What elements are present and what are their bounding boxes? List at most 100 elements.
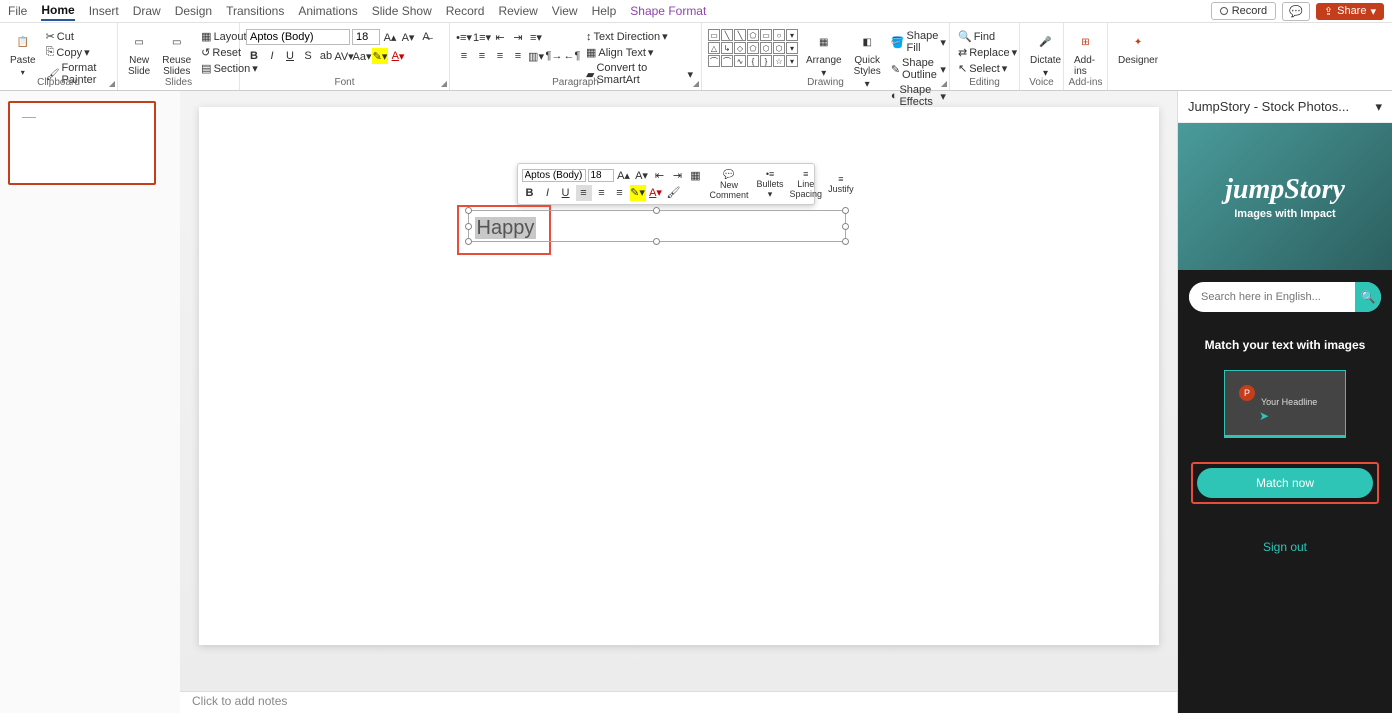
- designer-button[interactable]: ✦Designer: [1114, 29, 1162, 68]
- increase-indent-button[interactable]: ⇥: [510, 29, 526, 45]
- tab-slideshow[interactable]: Slide Show: [372, 2, 432, 20]
- mini-highlight[interactable]: ✎▾: [630, 185, 646, 201]
- shadow-button[interactable]: ab: [318, 48, 334, 64]
- reuse-slides-button[interactable]: ▭Reuse Slides: [158, 29, 195, 79]
- rtl-button[interactable]: ←¶: [564, 48, 580, 64]
- tab-shape-format[interactable]: Shape Format: [630, 2, 706, 20]
- mini-inc-indent[interactable]: ⇥: [670, 168, 686, 184]
- chevron-down-icon[interactable]: ▾: [1375, 99, 1382, 115]
- text-box[interactable]: Happy: [475, 217, 839, 235]
- tab-animations[interactable]: Animations: [298, 2, 357, 20]
- italic-button[interactable]: I: [264, 48, 280, 64]
- tab-file[interactable]: File: [8, 2, 27, 20]
- tab-home[interactable]: Home: [41, 1, 74, 21]
- tab-view[interactable]: View: [552, 2, 578, 20]
- resize-handle-ne[interactable]: [842, 207, 849, 214]
- paste-button[interactable]: 📋 Paste ▾: [6, 29, 40, 79]
- slide-thumbnail-1[interactable]: [8, 101, 156, 185]
- justify-button[interactable]: ≡: [510, 48, 526, 64]
- slide-canvas[interactable]: A▴ A▾ ⇤ ⇥ ▦ B I U ≡ ≡ ≡: [199, 107, 1159, 645]
- mini-justify[interactable]: ≡Justify: [826, 174, 856, 194]
- mini-italic[interactable]: I: [540, 185, 556, 201]
- sign-out-link[interactable]: Sign out: [1263, 540, 1307, 554]
- tab-insert[interactable]: Insert: [89, 2, 119, 20]
- mini-line-spacing[interactable]: ≡Line Spacing: [788, 169, 825, 199]
- mini-font-size[interactable]: [588, 169, 614, 182]
- mini-bullets[interactable]: •≡Bullets▾: [755, 169, 786, 200]
- align-center-button[interactable]: ≡: [474, 48, 490, 64]
- resize-handle-w[interactable]: [465, 223, 472, 230]
- mini-new-comment[interactable]: 💬New Comment: [708, 169, 751, 200]
- notes-pane[interactable]: Click to add notes: [180, 691, 1177, 713]
- dictate-button[interactable]: 🎤Dictate▾: [1026, 29, 1065, 81]
- mini-align-v[interactable]: ▦: [688, 168, 704, 184]
- search-button[interactable]: 🔍: [1355, 282, 1381, 312]
- bold-button[interactable]: B: [246, 48, 262, 64]
- match-now-button[interactable]: Match now: [1197, 468, 1373, 498]
- align-right-button[interactable]: ≡: [492, 48, 508, 64]
- search-input[interactable]: [1189, 291, 1355, 303]
- tab-help[interactable]: Help: [592, 2, 617, 20]
- clipboard-launcher[interactable]: ◢: [109, 79, 115, 88]
- font-color-button[interactable]: A▾: [390, 48, 406, 64]
- record-button[interactable]: Record: [1211, 2, 1276, 20]
- search-icon: 🔍: [1361, 290, 1376, 304]
- tab-record[interactable]: Record: [446, 2, 485, 20]
- select-button[interactable]: ↖Select ▾: [956, 61, 1019, 76]
- decrease-font-icon[interactable]: A▾: [400, 29, 416, 45]
- resize-handle-sw[interactable]: [465, 238, 472, 245]
- tab-draw[interactable]: Draw: [133, 2, 161, 20]
- resize-handle-n[interactable]: [653, 207, 660, 214]
- font-size-select[interactable]: [352, 29, 380, 45]
- mini-font-select[interactable]: [522, 169, 586, 182]
- bullets-button[interactable]: •≡▾: [456, 29, 472, 45]
- align-text-button[interactable]: ▦Align Text ▾: [584, 45, 695, 60]
- resize-handle-s[interactable]: [653, 238, 660, 245]
- resize-handle-nw[interactable]: [465, 207, 472, 214]
- mini-align-center[interactable]: ≡: [594, 185, 610, 201]
- tab-transitions[interactable]: Transitions: [226, 2, 284, 20]
- tab-design[interactable]: Design: [175, 2, 212, 20]
- align-left-button[interactable]: ≡: [456, 48, 472, 64]
- drawing-launcher[interactable]: ◢: [941, 79, 947, 88]
- mini-increase-font[interactable]: A▴: [616, 168, 632, 184]
- font-name-select[interactable]: [246, 29, 350, 45]
- cut-button[interactable]: ✂Cut: [44, 29, 111, 44]
- mini-align-left[interactable]: ≡: [576, 185, 592, 201]
- new-slide-button[interactable]: ▭New Slide: [124, 29, 154, 79]
- comments-button[interactable]: 💬: [1282, 2, 1310, 21]
- spacing-button[interactable]: AV▾: [336, 48, 352, 64]
- strikethrough-button[interactable]: S: [300, 48, 316, 64]
- highlight-button[interactable]: ✎▾: [372, 48, 388, 64]
- decrease-indent-button[interactable]: ⇤: [492, 29, 508, 45]
- paragraph-launcher[interactable]: ◢: [693, 79, 699, 88]
- line-spacing-button[interactable]: ≡▾: [528, 29, 544, 45]
- numbering-button[interactable]: 1≡▾: [474, 29, 490, 45]
- shape-fill-button[interactable]: 🪣Shape Fill ▾: [889, 29, 948, 55]
- change-case-button[interactable]: Aa▾: [354, 48, 370, 64]
- underline-button[interactable]: U: [282, 48, 298, 64]
- share-button[interactable]: ⇪ Share ▾: [1316, 3, 1384, 20]
- increase-font-icon[interactable]: A▴: [382, 29, 398, 45]
- replace-button[interactable]: ⇄Replace ▾: [956, 45, 1019, 60]
- mini-format-painter[interactable]: 🖌: [666, 185, 682, 201]
- text-direction-button[interactable]: ↕Text Direction ▾: [584, 29, 695, 44]
- shapes-gallery[interactable]: ▭╲╲⬠▭○▾ △↳◇⬠⬡⬡▾ ⌒⌒∿{}☆▾: [708, 29, 798, 67]
- arrange-button[interactable]: ▦Arrange▾: [802, 29, 846, 81]
- mini-dec-indent[interactable]: ⇤: [652, 168, 668, 184]
- columns-button[interactable]: ▥▾: [528, 48, 544, 64]
- mini-bold[interactable]: B: [522, 185, 538, 201]
- ltr-button[interactable]: ¶→: [546, 48, 562, 64]
- clear-format-icon[interactable]: A̶: [418, 29, 434, 45]
- addins-button[interactable]: ⊞Add-ins: [1070, 29, 1101, 79]
- copy-button[interactable]: ⎘Copy ▾: [44, 45, 111, 60]
- mini-font-color[interactable]: A▾: [648, 185, 664, 201]
- mini-decrease-font[interactable]: A▾: [634, 168, 650, 184]
- resize-handle-e[interactable]: [842, 223, 849, 230]
- resize-handle-se[interactable]: [842, 238, 849, 245]
- mini-align-right[interactable]: ≡: [612, 185, 628, 201]
- tab-review[interactable]: Review: [498, 2, 537, 20]
- font-launcher[interactable]: ◢: [441, 79, 447, 88]
- mini-underline[interactable]: U: [558, 185, 574, 201]
- find-button[interactable]: 🔍Find: [956, 29, 1019, 44]
